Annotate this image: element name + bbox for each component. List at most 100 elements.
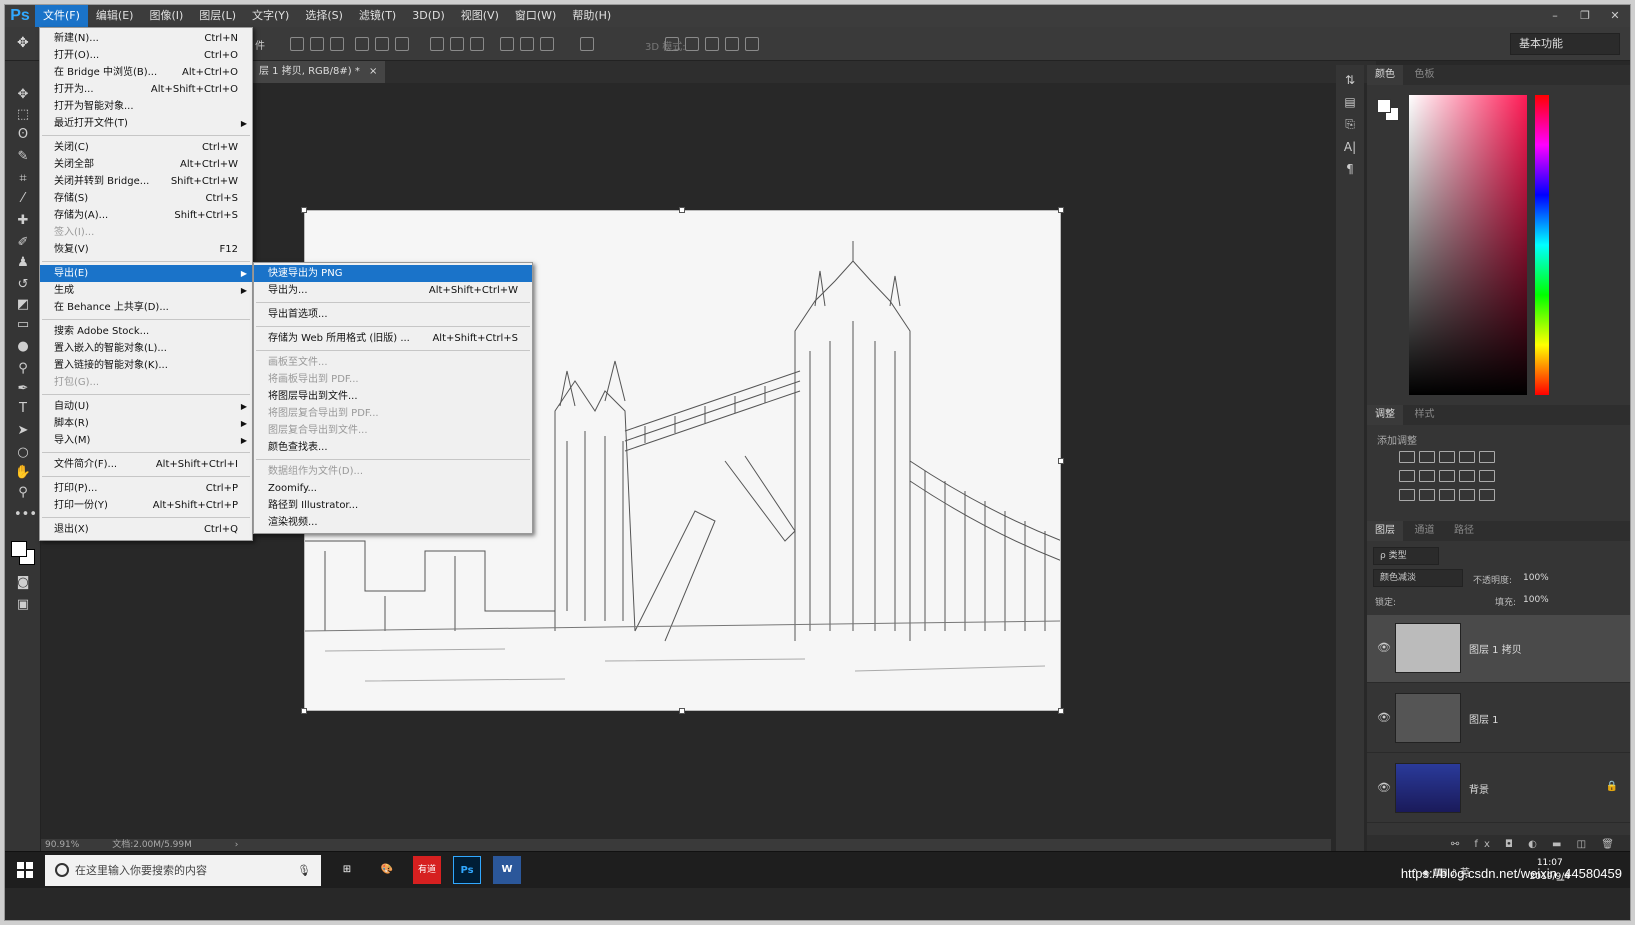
file_menu-item[interactable]: 恢复(V) F12	[40, 241, 252, 258]
levels-icon[interactable]	[1419, 451, 1435, 463]
file_menu-item[interactable]: 新建(N)... Ctrl+N	[40, 30, 252, 47]
type-tool-icon[interactable]: T	[14, 401, 32, 417]
brightness-icon[interactable]	[1399, 451, 1415, 463]
menu-10[interactable]: 帮助(H)	[564, 5, 619, 27]
healing-tool-icon[interactable]: ✚	[14, 213, 32, 229]
file_menu-item[interactable]: 文件简介(F)... Alt+Shift+Ctrl+I	[40, 456, 252, 473]
stamp-tool-icon[interactable]: ♟	[14, 255, 32, 271]
file_menu-item[interactable]: 导出(E) ▶	[40, 265, 252, 282]
color-picker-field[interactable]	[1409, 95, 1527, 395]
selective-color-icon[interactable]	[1459, 489, 1475, 501]
eraser-tool-icon[interactable]: ◩	[14, 297, 32, 313]
vibrance-icon[interactable]	[1479, 451, 1495, 463]
tab-layers[interactable]: 图层	[1367, 521, 1403, 541]
paragraph-icon[interactable]: ¶	[1336, 162, 1364, 176]
transform-handle[interactable]	[1058, 458, 1064, 464]
tab-color[interactable]: 颜色	[1367, 65, 1403, 85]
file_menu-item[interactable]: 置入链接的智能对象(K)...	[40, 357, 252, 374]
zoom-level[interactable]: 90.91%	[45, 840, 79, 850]
doc-info[interactable]: 文档:2.00M/5.99M	[112, 840, 192, 850]
workspace-select[interactable]: 基本功能	[1510, 33, 1620, 55]
transform-handle[interactable]	[679, 207, 685, 213]
marquee-tool-icon[interactable]: ⬚	[14, 107, 32, 123]
export_submenu-item[interactable]: 颜色查找表...	[254, 439, 532, 456]
brush-tool-icon[interactable]: ✐	[14, 235, 32, 251]
menu-3[interactable]: 图层(L)	[191, 5, 244, 27]
hue-slider[interactable]	[1535, 95, 1549, 395]
restore-button[interactable]: ❐	[1570, 5, 1600, 27]
menu-0[interactable]: 文件(F)	[35, 5, 88, 27]
menu-7[interactable]: 3D(D)	[404, 5, 453, 27]
file_menu-item[interactable]: 打印一份(Y) Alt+Shift+Ctrl+P	[40, 497, 252, 514]
file_menu-item[interactable]: 搜索 Adobe Stock...	[40, 323, 252, 340]
file_menu-item[interactable]: 关闭(C) Ctrl+W	[40, 139, 252, 156]
zoom-tool-icon[interactable]: ⚲	[14, 485, 32, 501]
file_menu-item[interactable]: 最近打开文件(T) ▶	[40, 115, 252, 132]
export_submenu-item[interactable]: 路径到 Illustrator...	[254, 497, 532, 514]
layer-row[interactable]: 👁 图层 1 拷贝	[1367, 615, 1630, 683]
gradient-tool-icon[interactable]: ▭	[14, 317, 32, 333]
align-option-icon[interactable]	[705, 37, 719, 51]
blend-mode-select[interactable]: 颜色减淡	[1373, 569, 1463, 587]
foreground-background-swatch[interactable]	[11, 541, 37, 567]
align-option-icon[interactable]	[450, 37, 464, 51]
align-option-icon[interactable]	[500, 37, 514, 51]
taskbar-search-box[interactable]: 在这里输入你要搜索的内容 🎙	[45, 855, 321, 886]
tab-channels[interactable]: 通道	[1407, 521, 1443, 541]
menu-4[interactable]: 文字(Y)	[244, 5, 297, 27]
align-option-icon[interactable]	[470, 37, 484, 51]
menu-5[interactable]: 选择(S)	[297, 5, 351, 27]
align-option-icon[interactable]	[685, 37, 699, 51]
file_menu-item[interactable]: 关闭全部 Alt+Ctrl+W	[40, 156, 252, 173]
align-option-icon[interactable]	[395, 37, 409, 51]
document-tab[interactable]: 层 1 拷贝, RGB/8#) * ×	[251, 61, 386, 83]
align-option-icon[interactable]	[580, 37, 594, 51]
file_menu-item[interactable]: 打开为智能对象...	[40, 98, 252, 115]
menu-9[interactable]: 窗口(W)	[507, 5, 564, 27]
word-app-icon[interactable]: W	[493, 856, 521, 884]
align-option-icon[interactable]	[355, 37, 369, 51]
windows-start-icon[interactable]	[17, 862, 33, 878]
file_menu-item[interactable]: 置入嵌入的智能对象(L)...	[40, 340, 252, 357]
pen-tool-icon[interactable]: ✒	[14, 381, 32, 397]
file_menu-item[interactable]: 关闭并转到 Bridge... Shift+Ctrl+W	[40, 173, 252, 190]
history-icon[interactable]: ⇅	[1336, 73, 1364, 87]
file_menu-item[interactable]: 脚本(R) ▶	[40, 415, 252, 432]
move-tool-icon[interactable]: ✥	[14, 87, 32, 103]
color-swatch[interactable]	[1377, 99, 1399, 121]
path-select-tool-icon[interactable]: ➤	[14, 423, 32, 439]
align-option-icon[interactable]	[745, 37, 759, 51]
transform-handle[interactable]	[1058, 207, 1064, 213]
export_submenu-item[interactable]: 渲染视频...	[254, 514, 532, 531]
threshold-icon[interactable]	[1439, 489, 1455, 501]
align-option-icon[interactable]	[310, 37, 324, 51]
file_menu-item[interactable]: 在 Bridge 中浏览(B)... Alt+Ctrl+O	[40, 64, 252, 81]
align-option-icon[interactable]	[375, 37, 389, 51]
align-option-icon[interactable]	[430, 37, 444, 51]
tab-swatches[interactable]: 色板	[1407, 65, 1443, 85]
file_menu-item[interactable]: 打开为... Alt+Shift+Ctrl+O	[40, 81, 252, 98]
properties-icon[interactable]: ▤	[1336, 95, 1364, 109]
hand-tool-icon[interactable]: ✋	[14, 465, 32, 481]
lasso-tool-icon[interactable]: ʘ	[14, 127, 32, 143]
bw-icon[interactable]	[1439, 470, 1455, 482]
export_submenu-item[interactable]: 导出首选项...	[254, 306, 532, 323]
file_menu-item[interactable]: 自动(U) ▶	[40, 398, 252, 415]
eyedropper-tool-icon[interactable]: ⁄	[14, 191, 32, 207]
curves-icon[interactable]	[1439, 451, 1455, 463]
ps-logo[interactable]: Ps	[5, 5, 35, 27]
menu-1[interactable]: 编辑(E)	[88, 5, 142, 27]
tab-styles[interactable]: 样式	[1407, 405, 1443, 425]
export_submenu-item[interactable]: 将图层导出到文件...	[254, 388, 532, 405]
visibility-eye-icon[interactable]: 👁	[1377, 641, 1391, 654]
invert-icon[interactable]	[1399, 489, 1415, 501]
task-view-icon[interactable]: ⊞	[333, 856, 361, 884]
history-brush-tool-icon[interactable]: ↺	[14, 277, 32, 293]
export_submenu-item[interactable]: 存储为 Web 所用格式 (旧版) ... Alt+Shift+Ctrl+S	[254, 330, 532, 347]
quick-select-tool-icon[interactable]: ✎	[14, 149, 32, 165]
photoshop-app-icon[interactable]: Ps	[453, 856, 481, 884]
file_menu-item[interactable]: 打印(P)... Ctrl+P	[40, 480, 252, 497]
menu-2[interactable]: 图像(I)	[141, 5, 191, 27]
menu-8[interactable]: 视图(V)	[453, 5, 507, 27]
quick-mask-icon[interactable]: ◙	[14, 575, 32, 591]
